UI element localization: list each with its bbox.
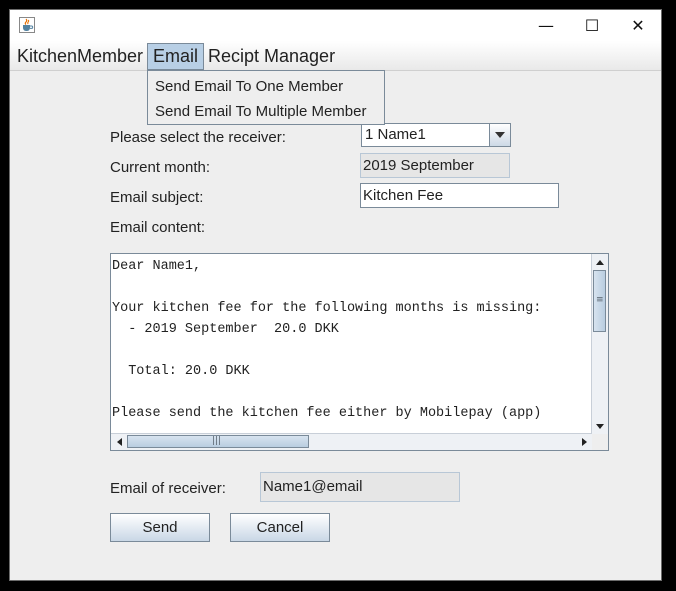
scroll-down-button[interactable] xyxy=(592,418,608,434)
email-content-line: - 2019 September 20.0 DKK xyxy=(112,322,339,337)
close-button[interactable]: ✕ xyxy=(615,10,661,41)
email-content-line xyxy=(112,382,592,403)
receiver-select-arrow[interactable] xyxy=(489,124,510,146)
title-bar[interactable]: — ☐ ✕ xyxy=(10,10,661,41)
month-label: Current month: xyxy=(110,159,211,176)
maximize-button[interactable]: ☐ xyxy=(569,10,615,41)
month-field: 2019 September xyxy=(360,153,510,178)
email-content-line: Your kitchen fee for the following month… xyxy=(112,301,542,316)
arrow-up-icon xyxy=(596,259,604,265)
arrow-right-icon xyxy=(581,438,587,446)
email-content-line: Total: 20.0 DKK xyxy=(112,364,250,379)
receiver-email-label: Email of receiver: xyxy=(110,480,226,497)
menu-item-send-one[interactable]: Send Email To One Member xyxy=(155,75,343,99)
minimize-button[interactable]: — xyxy=(523,10,569,41)
triangle-down-icon xyxy=(495,132,505,138)
email-content-line xyxy=(112,277,592,298)
close-icon: ✕ xyxy=(631,16,645,35)
subject-label: Email subject: xyxy=(110,189,204,206)
email-content-textarea[interactable]: Dear Name1, Your kitchen fee for the fol… xyxy=(110,253,609,451)
email-menu-dropdown: Send Email To One Member Send Email To M… xyxy=(147,70,385,125)
java-coffee-cup-icon xyxy=(19,17,35,33)
content-label: Email content: xyxy=(110,219,206,236)
minimize-icon: — xyxy=(538,16,554,35)
scroll-left-button[interactable] xyxy=(111,434,127,450)
vertical-scrollbar[interactable]: ≡ xyxy=(591,254,608,434)
arrow-down-icon xyxy=(596,423,604,429)
email-content-line: Dear Name1, xyxy=(112,259,202,274)
grip-icon: ≡ xyxy=(596,295,604,305)
subject-input[interactable]: Kitchen Fee xyxy=(360,183,559,208)
receiver-select-value: 1 Name1 xyxy=(365,126,426,143)
email-content-text[interactable]: Dear Name1, Your kitchen fee for the fol… xyxy=(112,256,592,432)
grip-icon: ||| xyxy=(212,436,222,446)
cancel-button[interactable]: Cancel xyxy=(230,513,330,542)
vertical-scroll-thumb[interactable]: ≡ xyxy=(593,270,606,332)
send-button[interactable]: Send xyxy=(110,513,210,542)
app-window: — ☐ ✕ KitchenMember Email Recipt Manager… xyxy=(9,9,662,581)
receiver-email-field: Name1@email xyxy=(260,472,460,502)
scroll-up-button[interactable] xyxy=(592,254,608,270)
horizontal-scroll-thumb[interactable]: ||| xyxy=(127,435,309,448)
menu-email[interactable]: Email xyxy=(147,43,205,70)
email-content-line: Please send the kitchen fee either by Mo… xyxy=(112,406,542,421)
menu-item-send-multiple[interactable]: Send Email To Multiple Member xyxy=(155,100,366,124)
receiver-label: Please select the receiver: xyxy=(110,129,286,146)
menu-recipt-manager[interactable]: Recipt Manager xyxy=(203,43,340,70)
email-content-line xyxy=(112,340,592,361)
menu-kitchen-member[interactable]: KitchenMember xyxy=(12,43,148,70)
menu-bar: KitchenMember Email Recipt Manager xyxy=(10,41,661,71)
scrollbar-corner xyxy=(592,434,608,450)
maximize-icon: ☐ xyxy=(584,16,600,35)
scroll-right-button[interactable] xyxy=(576,434,592,450)
arrow-left-icon xyxy=(116,438,122,446)
receiver-select[interactable]: 1 Name1 xyxy=(361,123,511,147)
horizontal-scrollbar[interactable]: ||| xyxy=(111,433,592,450)
